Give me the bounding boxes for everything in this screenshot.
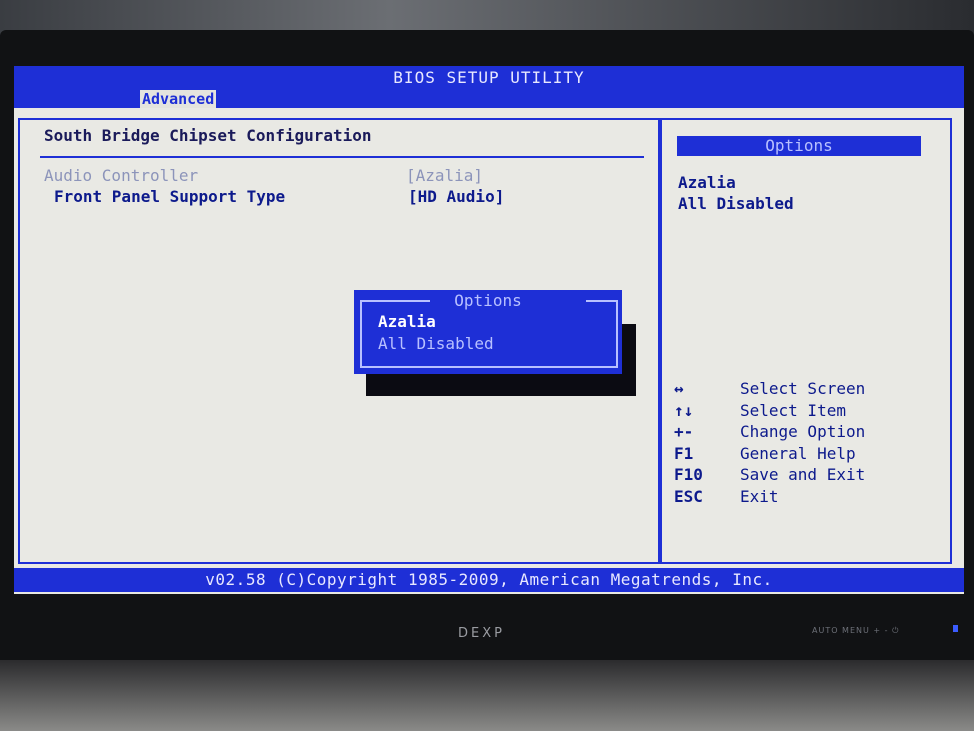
popup-title: Options bbox=[454, 291, 522, 310]
plus-minus-icon: +- bbox=[674, 422, 694, 441]
power-led-icon bbox=[953, 625, 958, 632]
key-desc: General Help bbox=[740, 443, 856, 463]
tab-bar: Advanced bbox=[14, 90, 964, 108]
options-popup[interactable]: Options Azalia All Disabled bbox=[354, 290, 622, 374]
arrows-vertical-icon: ↑↓ bbox=[674, 400, 694, 420]
section-divider bbox=[40, 156, 644, 158]
key-esc: ESC bbox=[674, 486, 703, 506]
copyright-footer: v02.58 (C)Copyright 1985-2009, American … bbox=[14, 568, 964, 592]
key-row: F10 Save and Exit bbox=[674, 464, 865, 486]
tab-advanced[interactable]: Advanced bbox=[140, 90, 217, 108]
key-desc: Save and Exit bbox=[740, 465, 866, 484]
key-row: ESC Exit bbox=[674, 486, 865, 508]
key-row: ↑↓ Select Item bbox=[674, 400, 865, 422]
key-desc: Exit bbox=[740, 486, 779, 506]
key-desc: Select Screen bbox=[740, 379, 866, 398]
monitor-brand-logo: DEXP bbox=[458, 626, 505, 641]
arrows-horizontal-icon: ↔ bbox=[674, 379, 684, 398]
help-option-azalia: Azalia bbox=[678, 173, 736, 192]
bios-title: BIOS SETUP UTILITY bbox=[14, 66, 964, 90]
key-row: ↔ Select Screen bbox=[674, 378, 865, 400]
bios-screen: BIOS SETUP UTILITY Advanced South Bridge… bbox=[14, 66, 964, 594]
desk-surface bbox=[0, 660, 974, 731]
popup-option-all-disabled[interactable]: All Disabled bbox=[378, 334, 494, 353]
help-panel-options: Azalia All Disabled bbox=[678, 172, 794, 214]
help-option-all-disabled: All Disabled bbox=[678, 194, 794, 213]
setting-front-panel-value[interactable]: [HD Audio] bbox=[408, 187, 504, 206]
key-f1: F1 bbox=[674, 443, 694, 463]
monitor-control-labels: AUTO MENU + - ⏻ bbox=[812, 626, 900, 635]
section-title: South Bridge Chipset Configuration bbox=[44, 126, 372, 145]
key-f10: F10 bbox=[674, 465, 703, 484]
key-desc: Change Option bbox=[740, 422, 866, 441]
setting-front-panel-label[interactable]: Front Panel Support Type bbox=[54, 187, 285, 206]
key-desc: Select Item bbox=[740, 400, 846, 420]
help-panel-header: Options bbox=[677, 136, 921, 156]
setting-audio-controller-label[interactable]: Audio Controller bbox=[44, 166, 198, 185]
setting-audio-controller-value[interactable]: [Azalia] bbox=[406, 166, 483, 185]
key-row: +- Change Option bbox=[674, 421, 865, 443]
key-legend: ↔ Select Screen ↑↓ Select Item +- Change Op… bbox=[674, 378, 865, 507]
popup-option-azalia[interactable]: Azalia bbox=[378, 312, 436, 331]
key-row: F1 General Help bbox=[674, 443, 865, 465]
